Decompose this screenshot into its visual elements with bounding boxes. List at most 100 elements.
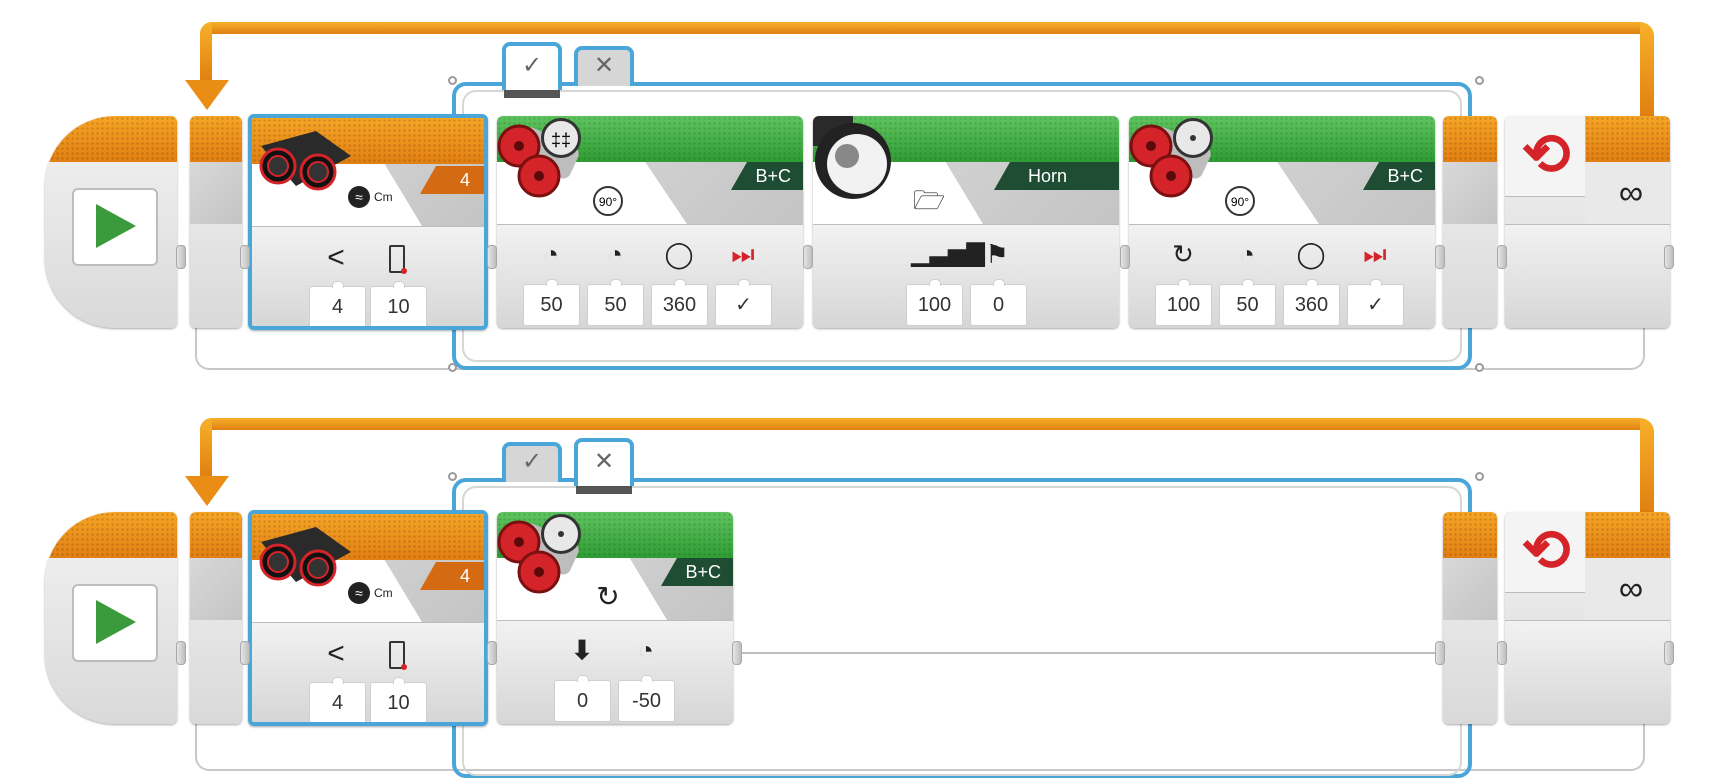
connector [240, 641, 250, 665]
tab-true-case[interactable]: ✓ [502, 42, 562, 90]
loop-icon: ⟲ [1521, 122, 1571, 187]
start-block[interactable] [45, 512, 177, 724]
degrees-mode-icon: 90° [593, 186, 623, 216]
loop-return-line-left [200, 22, 212, 82]
degrees-value[interactable]: 360 [651, 279, 708, 326]
frame-dot [448, 363, 457, 372]
compare-type-value[interactable]: 4 [309, 677, 366, 722]
frame-dot [1475, 472, 1484, 481]
tab-true-case[interactable]: ✓ [502, 442, 562, 482]
brake-value[interactable]: ✓ [715, 279, 772, 326]
loop-arrow-icon [185, 80, 229, 110]
tab-active-indicator [576, 486, 632, 494]
steering-value[interactable]: 0 [554, 675, 611, 722]
ultrasonic-sensor-icon [256, 522, 356, 592]
loop-count-label[interactable]: ∞ [1601, 570, 1661, 609]
connector [1435, 245, 1445, 269]
start-block[interactable] [45, 116, 177, 328]
start-button[interactable] [72, 188, 158, 266]
power-value[interactable]: 50 [1219, 279, 1276, 326]
play-icon [96, 600, 136, 644]
brake-at-end-icon: ⏭ [1363, 239, 1387, 269]
frame-dot [448, 472, 457, 481]
play-type-icon: ⚑ [985, 239, 1009, 269]
move-tank-block[interactable]: B+C ‡‡ 90° ◔ ◔ ◯ ⏭ 50 50 360 ✓ [497, 116, 803, 328]
tab-false-label: ✕ [593, 448, 615, 475]
move-steering-block[interactable]: B+C 90° ↻ ◔ ◯ ⏭ 100 50 360 ✓ [1129, 116, 1435, 328]
connector [487, 245, 497, 269]
loop-return-line-right [1640, 418, 1654, 514]
brake-at-end-icon: ⏭ [731, 239, 755, 269]
distance-mode-icon: ≈ [348, 582, 370, 604]
start-button[interactable] [72, 584, 158, 662]
threshold-icon [389, 245, 407, 274]
loop-count-label[interactable]: ∞ [1601, 174, 1661, 213]
degrees-value[interactable]: 360 [1283, 279, 1340, 326]
power-left-icon: ◔ [543, 239, 559, 269]
steering-wheel-icon [1173, 118, 1213, 158]
connector [1664, 641, 1674, 665]
steering-icon: ⬇ [571, 635, 593, 665]
connector [1497, 641, 1507, 665]
connector [240, 245, 250, 269]
sound-file-label[interactable]: Horn 1 [994, 162, 1119, 190]
compare-less-than-icon[interactable]: < [312, 634, 360, 674]
play-type-value[interactable]: 0 [970, 279, 1027, 326]
threshold-icon [389, 641, 407, 670]
degrees-icon: ◯ [664, 239, 694, 269]
connector [1120, 245, 1130, 269]
play-icon [96, 204, 136, 248]
power-right-value[interactable]: 50 [587, 279, 644, 326]
ultrasonic-switch-block[interactable]: 4 ≈ Cm < 4 10 [248, 114, 488, 330]
power-value[interactable]: -50 [618, 675, 675, 722]
sound-block[interactable]: Horn 1 🗁 ▁▃▅▇ ⚑ 100 0 [813, 116, 1119, 328]
speaker-icon [813, 116, 903, 206]
move-steering-block[interactable]: B+C ↻ ⬇ ◔ 0 -50 [497, 512, 733, 724]
connector [487, 641, 497, 665]
tab-true-label: ✓ [521, 52, 543, 79]
sequence-wire [736, 652, 1442, 654]
connector [176, 245, 186, 269]
loop-arrow-icon [185, 476, 229, 506]
volume-icon: ▁▃▅▇ [911, 240, 985, 267]
degrees-mode-icon: 90° [1225, 186, 1255, 216]
loop-return-line-right [1640, 22, 1654, 118]
loop-start-block[interactable] [190, 512, 242, 724]
tab-true-label: ✓ [521, 448, 543, 475]
tab-false-label: ✕ [593, 52, 615, 79]
steering-icon: ↻ [1172, 239, 1194, 269]
folder-icon: 🗁 [913, 185, 946, 215]
switch-end-block[interactable] [1443, 512, 1497, 724]
unit-label: Cm [374, 586, 393, 600]
threshold-value[interactable]: 10 [370, 677, 427, 722]
power-icon: ◔ [638, 635, 654, 665]
steering-value[interactable]: 100 [1155, 279, 1212, 326]
threshold-value[interactable]: 10 [370, 281, 427, 326]
loop-end-block[interactable]: ⟲ ∞ [1505, 116, 1670, 328]
connector [176, 641, 186, 665]
ultrasonic-sensor-icon [256, 126, 356, 196]
power-right-icon: ◔ [607, 239, 623, 269]
loop-end-block[interactable]: ⟲ ∞ [1505, 512, 1670, 724]
compare-less-than-icon[interactable]: < [312, 238, 360, 278]
tab-active-indicator [504, 90, 560, 98]
ultrasonic-switch-block[interactable]: 4 ≈ Cm < 4 10 [248, 510, 488, 726]
switch-end-block[interactable] [1443, 116, 1497, 328]
connector [732, 641, 742, 665]
degrees-icon: ◯ [1296, 239, 1326, 269]
frame-dot [448, 76, 457, 85]
power-icon: ◔ [1239, 239, 1255, 269]
loop-start-block[interactable] [190, 116, 242, 328]
frame-dot [1475, 363, 1484, 372]
power-left-value[interactable]: 50 [523, 279, 580, 326]
tab-false-case[interactable]: ✕ [574, 438, 634, 486]
brake-value[interactable]: ✓ [1347, 279, 1404, 326]
tab-false-case[interactable]: ✕ [574, 46, 634, 86]
compare-type-value[interactable]: 4 [309, 281, 366, 326]
connector [1664, 245, 1674, 269]
program-1: ✓ ✕ 4 ≈ Cm < 4 10 B+C ‡‡ 90° ◔ ◔ ◯ ⏭ 50 … [0, 0, 1730, 380]
loop-icon: ⟲ [1521, 518, 1571, 583]
on-mode-icon: ↻ [596, 581, 620, 612]
connector [803, 245, 813, 269]
volume-value[interactable]: 100 [906, 279, 963, 326]
